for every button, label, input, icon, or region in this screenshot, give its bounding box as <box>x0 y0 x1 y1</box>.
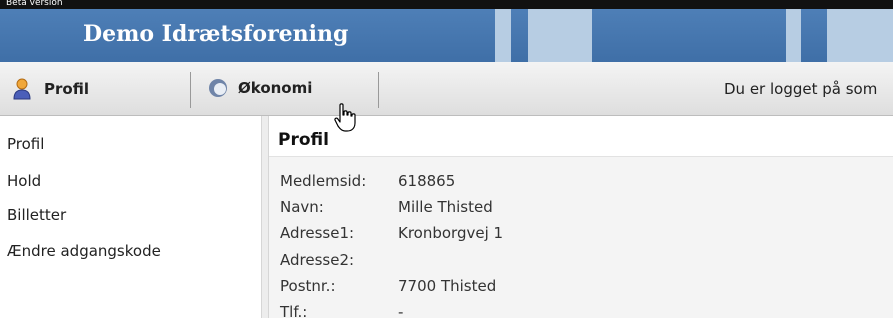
sidebar-item-billetter[interactable]: Billetter <box>7 206 66 224</box>
page-title: Profil <box>278 130 329 150</box>
sidebar-divider <box>261 116 269 318</box>
nav-tab-profil[interactable]: Profil <box>12 78 89 100</box>
field-value: 7700 Thisted <box>398 277 497 295</box>
title-bar: Demo Idrætsforening <box>0 9 893 62</box>
nav-tab-profil-label: Profil <box>44 80 89 98</box>
beta-label: Beta version <box>0 0 893 9</box>
main-header: Profil <box>269 116 893 157</box>
field-label: Adresse2: <box>280 251 355 269</box>
title-bar-decoration <box>495 9 511 62</box>
field-label: Medlemsid: <box>280 172 367 190</box>
sidebar: Profil Hold Billetter Ændre adgangskode <box>0 116 261 318</box>
title-bar-decoration <box>528 9 592 62</box>
coin-icon <box>209 79 227 97</box>
field-label: Navn: <box>280 198 324 216</box>
nav-tab-okonomi[interactable]: Økonomi <box>208 78 312 98</box>
profile-details: Medlemsid: 618865 Navn: Mille Thisted Ad… <box>269 157 893 321</box>
person-icon <box>13 78 31 100</box>
nav-divider <box>378 72 379 108</box>
field-value: 618865 <box>398 172 456 190</box>
sidebar-item-aendre-adgangskode[interactable]: Ændre adgangskode <box>7 242 161 260</box>
main-nav: Profil Økonomi Du er logget på som <box>0 62 893 116</box>
field-value: Mille Thisted <box>398 198 493 216</box>
field-label: Postnr.: <box>280 277 336 295</box>
field-value: - <box>398 303 404 321</box>
sidebar-item-hold[interactable]: Hold <box>7 172 41 190</box>
title-bar-decoration <box>827 9 893 62</box>
hand-cursor-icon <box>334 103 356 132</box>
field-label: Tlf.: <box>280 303 308 321</box>
app-title: Demo Idrætsforening <box>83 21 349 47</box>
title-bar-decoration <box>786 9 801 62</box>
field-label: Adresse1: <box>280 224 355 242</box>
sidebar-item-profil[interactable]: Profil <box>7 135 44 153</box>
nav-tab-okonomi-label: Økonomi <box>238 79 313 97</box>
field-value: Kronborgvej 1 <box>398 224 504 242</box>
login-status: Du er logget på som <box>724 80 878 98</box>
nav-divider <box>190 72 191 108</box>
